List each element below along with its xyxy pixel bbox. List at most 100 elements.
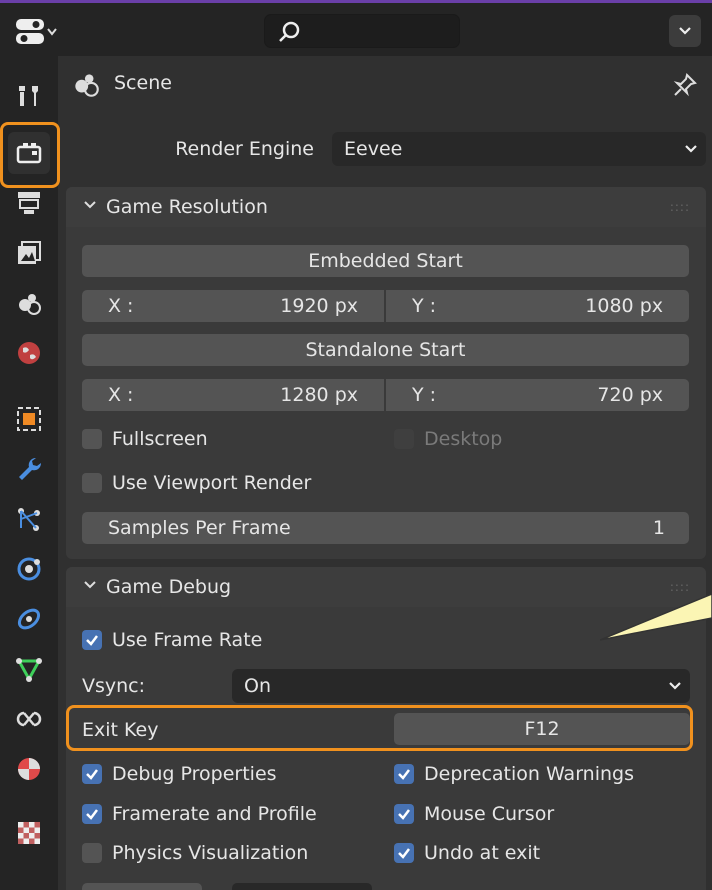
- tab-scene[interactable]: [8, 282, 50, 324]
- checkmark-icon: [86, 635, 98, 646]
- physics-visualization-checkbox[interactable]: Physics Visualization: [82, 838, 308, 868]
- embedded-y-value: 1080 px: [585, 295, 663, 317]
- physics-icon: [17, 557, 41, 581]
- constraint-icon: [17, 608, 41, 630]
- samples-per-frame-value: 1: [652, 517, 665, 539]
- checkbox-checked: [82, 764, 102, 784]
- samples-per-frame-label: Samples Per Frame: [108, 517, 291, 539]
- chevron-down-icon: [679, 27, 691, 35]
- exit-key-label: Exit Key: [82, 719, 159, 741]
- search-input[interactable]: [264, 14, 460, 48]
- mouse-cursor-label: Mouse Cursor: [424, 803, 555, 825]
- desktop-checkbox: Desktop: [394, 424, 502, 454]
- pin-icon[interactable]: [672, 72, 698, 98]
- mouse-cursor-checkbox[interactable]: Mouse Cursor: [394, 799, 554, 829]
- game-resolution-panel: Game Resolution :::: Embedded Start X : …: [66, 187, 706, 559]
- debug-properties-checkbox[interactable]: Debug Properties: [82, 759, 277, 789]
- tab-tool[interactable]: [8, 74, 50, 116]
- options-dropdown-button[interactable]: [669, 15, 701, 47]
- tab-logic[interactable]: [8, 698, 50, 740]
- editor-type-selector[interactable]: [14, 15, 74, 49]
- deprecation-warnings-label: Deprecation Warnings: [424, 763, 635, 785]
- render-engine-label: Render Engine: [175, 138, 314, 160]
- tab-physics[interactable]: [8, 548, 50, 590]
- chevron-down-icon: [669, 682, 681, 690]
- use-viewport-render-checkbox[interactable]: Use Viewport Render: [82, 468, 311, 498]
- standalone-y-value: 720 px: [597, 384, 663, 406]
- checkbox-box: [82, 429, 102, 449]
- chevron-down-icon: [685, 145, 697, 153]
- render-engine-dropdown[interactable]: Eevee: [332, 132, 706, 166]
- search-icon: [279, 21, 300, 42]
- particles-icon: [18, 508, 40, 531]
- checkbox-checked: [394, 804, 414, 824]
- tab-constraints[interactable]: [8, 598, 50, 640]
- properties-header-bar: [0, 0, 712, 56]
- tab-world[interactable]: [8, 332, 50, 374]
- world-icon: [18, 342, 40, 364]
- tab-particles[interactable]: [8, 498, 50, 540]
- tab-object[interactable]: [8, 398, 50, 440]
- embedded-start-button[interactable]: Embedded Start: [82, 245, 689, 277]
- properties-tab-bar: [0, 56, 58, 890]
- checkmark-icon: [86, 809, 98, 820]
- tool-icon: [19, 86, 38, 106]
- checkbox-box: [82, 473, 102, 493]
- scene-name-label: Scene: [114, 72, 172, 94]
- checkbox-box: [82, 843, 102, 863]
- object-icon: [17, 407, 41, 431]
- render-icon: [16, 143, 42, 164]
- wrench-icon: [19, 457, 42, 480]
- vsync-value: On: [244, 675, 271, 697]
- use-frame-rate-label: Use Frame Rate: [112, 629, 263, 651]
- physics-visualization-label: Physics Visualization: [112, 842, 309, 864]
- use-viewport-render-label: Use Viewport Render: [112, 472, 312, 494]
- game-resolution-title: Game Resolution: [106, 196, 268, 218]
- standalone-x-value: 1280 px: [280, 384, 358, 406]
- chevron-down-icon: [84, 581, 96, 589]
- standalone-x-field[interactable]: X : 1280 px: [82, 379, 384, 411]
- desktop-label: Desktop: [424, 428, 503, 450]
- undo-at-exit-label: Undo at exit: [424, 842, 541, 864]
- checkmark-icon: [398, 769, 410, 780]
- deprecation-warnings-checkbox[interactable]: Deprecation Warnings: [394, 759, 634, 789]
- tab-render[interactable]: [8, 132, 50, 174]
- fullscreen-checkbox[interactable]: Fullscreen: [82, 424, 208, 454]
- vsync-label: Vsync:: [82, 675, 146, 697]
- standalone-y-field[interactable]: Y : 720 px: [386, 379, 689, 411]
- standalone-x-label: X :: [108, 384, 134, 406]
- drag-handle-icon[interactable]: ::::: [670, 200, 690, 214]
- checkbox-checked: [82, 630, 102, 650]
- tab-view-layer[interactable]: [8, 232, 50, 274]
- embedded-y-field[interactable]: Y : 1080 px: [386, 290, 689, 322]
- game-resolution-header[interactable]: Game Resolution ::::: [66, 187, 706, 227]
- undo-at-exit-checkbox[interactable]: Undo at exit: [394, 838, 540, 868]
- properties-editor-icon: [16, 19, 57, 44]
- render-engine-value: Eevee: [344, 138, 403, 160]
- framerate-profile-checkbox[interactable]: Framerate and Profile: [82, 799, 317, 829]
- use-frame-rate-checkbox[interactable]: Use Frame Rate: [82, 625, 262, 655]
- logic-icon: [16, 711, 42, 727]
- tab-modifiers[interactable]: [8, 448, 50, 490]
- embedded-x-label: X :: [108, 295, 134, 317]
- standalone-start-button[interactable]: Standalone Start: [82, 334, 689, 366]
- tab-material[interactable]: [8, 748, 50, 790]
- tab-output[interactable]: [8, 182, 50, 224]
- embedded-x-field[interactable]: X : 1920 px: [82, 290, 384, 322]
- chevron-down-icon: [84, 201, 96, 209]
- exit-key-button[interactable]: F12: [394, 713, 690, 745]
- checkbox-checked: [394, 764, 414, 784]
- texture-icon: [18, 822, 40, 844]
- context-header: Scene: [66, 62, 706, 106]
- tab-data[interactable]: [8, 648, 50, 690]
- embedded-y-label: Y :: [412, 295, 437, 317]
- samples-per-frame-field[interactable]: Samples Per Frame 1: [82, 512, 689, 544]
- view-layer-icon: [18, 241, 41, 264]
- fullscreen-label: Fullscreen: [112, 428, 208, 450]
- tab-texture[interactable]: [8, 812, 50, 854]
- next-row-partial: [232, 883, 372, 890]
- checkbox-checked: [394, 843, 414, 863]
- debug-properties-label: Debug Properties: [112, 763, 277, 785]
- scene-icon: [75, 74, 99, 97]
- vsync-dropdown[interactable]: On: [232, 669, 690, 703]
